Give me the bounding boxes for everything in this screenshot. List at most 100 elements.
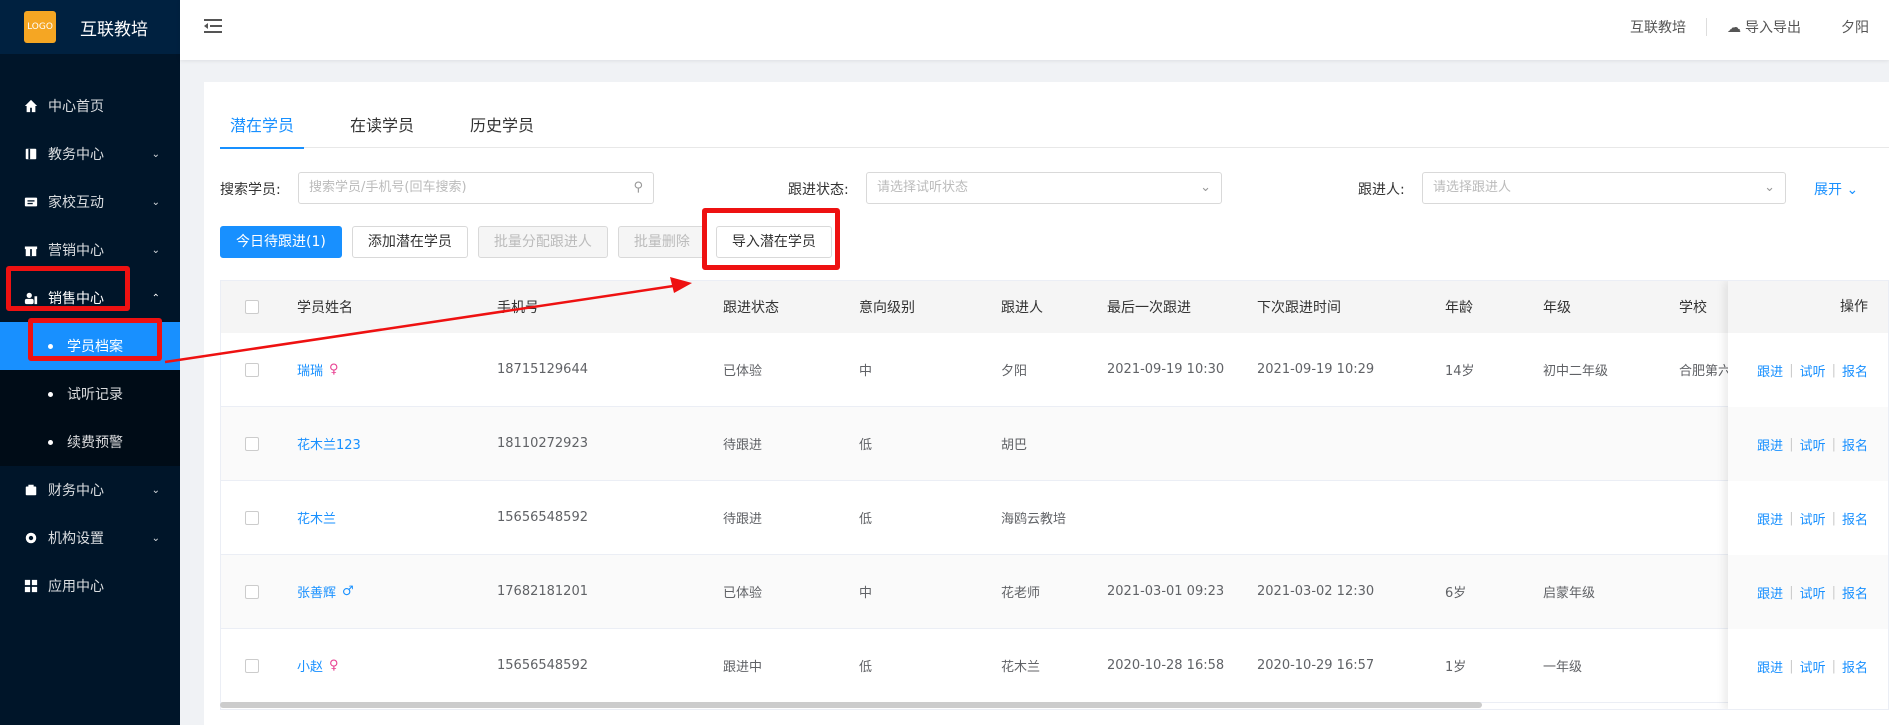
cell-status: 待跟进 [723, 512, 763, 527]
sidebar-item-label: 续费预警 [67, 435, 123, 451]
table-row: 张善辉 ♂ 17682181201 已体验 中 花老师 2021-03-01 09:23 20… [221, 555, 1888, 629]
tab-potential[interactable]: 潜在学员 [220, 110, 305, 149]
cell-follower: 夕阳 [1001, 364, 1028, 379]
top-header: 互联教培 ☁ 导入导出 夕阳 [180, 0, 1889, 60]
action-link[interactable]: 报名 [1842, 509, 1868, 528]
sidebar-item-trial-records[interactable]: 试听记录 [0, 370, 180, 418]
table-row: 花木兰123 18110272923 待跟进 低 胡巴 [221, 407, 1888, 481]
action-link[interactable]: 试听 [1800, 361, 1826, 380]
gender-icon: ♀ [329, 362, 339, 377]
status-select[interactable]: 请选择试听状态 ⌄ [866, 172, 1222, 204]
sidebar-item-apps[interactable]: 应用中心 [0, 562, 180, 610]
action-link[interactable]: 试听 [1800, 583, 1826, 602]
cell-phone: 17682181201 [497, 584, 588, 599]
today-followup-button[interactable]: 今日待跟进(1) [220, 226, 342, 258]
dot-icon [48, 439, 53, 445]
sidebar-item-label: 财务中心 [48, 483, 104, 499]
divider: | [1789, 362, 1794, 378]
sidebar-item-academic[interactable]: 教务中心 ⌄ [0, 130, 180, 178]
table-body: 瑞瑞 ♀ 18715129644 已体验中夕阳 2021-09-19 10:30 2021… [221, 333, 1888, 703]
sidebar: LOGO 互联教培 中心首页 教务中心 ⌄ 家校互动 ⌄ 营销中心 ⌄ 销售中心… [0, 0, 180, 725]
action-link[interactable]: 试听 [1800, 435, 1826, 454]
row-checkbox[interactable] [245, 659, 259, 673]
sidebar-item-label: 试听记录 [67, 387, 123, 403]
divider: | [1831, 584, 1836, 600]
table-row: 瑞瑞 ♀ 18715129644 已体验 中 夕阳 2021-09-19 10:30 2021… [221, 333, 1888, 407]
ops-row: 跟进 | 试听 | 报名 [1728, 333, 1888, 407]
cell-level: 中 [859, 586, 873, 601]
ops-column: 操作 跟进 | 试听 | 报名 跟进 | 试听 | 报名 跟进 | 试听 | 报名 跟进 | 试听 | 报名 跟进 | 试听… [1728, 281, 1888, 709]
cell-name[interactable]: 张善辉 [297, 582, 336, 601]
gift-icon [24, 246, 38, 257]
import-export-label: 导入导出 [1745, 20, 1801, 36]
horizontal-scrollbar[interactable] [220, 702, 1482, 708]
search-input[interactable]: 搜索学员/手机号(回车搜索) ⚲ [298, 172, 654, 204]
gear-icon [25, 532, 37, 544]
cell-name[interactable]: 瑞瑞 [297, 360, 323, 379]
table-header: 学员姓名 手机号 跟进状态 意向级别 跟进人 最后一次跟进 下次跟进时间 年龄 … [221, 281, 1888, 333]
batch-delete-button[interactable]: 批量删除 [617, 226, 706, 258]
follower-select[interactable]: 请选择跟进人 ⌄ [1422, 172, 1786, 204]
row-checkbox[interactable] [245, 363, 259, 377]
sidebar-item-renewal-alert[interactable]: 续费预警 [0, 418, 180, 466]
tab-enrolled[interactable]: 在读学员 [340, 110, 424, 148]
row-checkbox[interactable] [245, 585, 259, 599]
action-link[interactable]: 报名 [1842, 583, 1868, 602]
add-student-button[interactable]: 添加潜在学员 [351, 226, 468, 258]
user-name[interactable]: 夕阳 [1821, 17, 1889, 37]
batch-assign-button[interactable]: 批量分配跟进人 [477, 226, 608, 258]
chevron-down-icon: ⌄ [1200, 180, 1211, 195]
org-name[interactable]: 互联教培 [1610, 17, 1706, 37]
divider: | [1789, 436, 1794, 452]
action-link[interactable]: 跟进 [1757, 435, 1783, 454]
sidebar-item-settings[interactable]: 机构设置 ⌄ [0, 514, 180, 562]
action-link[interactable]: 跟进 [1757, 509, 1783, 528]
tab-history[interactable]: 历史学员 [460, 110, 544, 148]
cell-phone: 18715129644 [497, 362, 588, 377]
action-link[interactable]: 报名 [1842, 361, 1868, 380]
cell-phone: 18110272923 [497, 436, 588, 451]
filter-bar: 搜索学员: 搜索学员/手机号(回车搜索) ⚲ 跟进状态: 请选择试听状态 ⌄ 跟… [220, 172, 1889, 204]
follower-label: 跟进人: [1358, 182, 1405, 198]
col-phone: 手机号 [497, 300, 539, 316]
sidebar-item-finance[interactable]: 财务中心 ⌄ [0, 466, 180, 514]
cell-last: 2021-09-19 10:30 [1107, 362, 1225, 377]
cell-level: 低 [859, 512, 873, 527]
logo-icon: LOGO [24, 11, 56, 43]
cell-name[interactable]: 小赵 [297, 656, 323, 675]
row-checkbox[interactable] [245, 437, 259, 451]
action-link[interactable]: 报名 [1842, 657, 1868, 676]
chevron-down-icon: ⌄ [151, 244, 160, 256]
cell-grade: 一年级 [1543, 660, 1583, 675]
cell-status: 已体验 [723, 364, 763, 379]
chevron-up-icon: ⌃ [151, 292, 160, 304]
ops-row: 跟进 | 试听 | 报名 [1728, 407, 1888, 481]
expand-link[interactable]: 展开 ⌄ [1814, 179, 1858, 199]
wallet-icon [25, 484, 37, 496]
row-checkbox[interactable] [245, 511, 259, 525]
cell-status: 待跟进 [723, 438, 763, 453]
action-link[interactable]: 跟进 [1757, 657, 1783, 676]
action-link[interactable]: 试听 [1800, 657, 1826, 676]
logo: LOGO 互联教培 [0, 0, 180, 54]
action-link[interactable]: 跟进 [1757, 583, 1783, 602]
cell-grade: 初中二年级 [1543, 364, 1609, 379]
import-export-link[interactable]: ☁ 导入导出 [1707, 17, 1821, 37]
student-table: 学员姓名 手机号 跟进状态 意向级别 跟进人 最后一次跟进 下次跟进时间 年龄 … [220, 280, 1889, 710]
cell-grade: 启蒙年级 [1543, 586, 1596, 601]
chevron-down-icon: ⌄ [151, 196, 160, 208]
col-grade: 年级 [1543, 300, 1571, 316]
action-link[interactable]: 试听 [1800, 509, 1826, 528]
cell-phone: 15656548592 [497, 510, 588, 525]
sidebar-item-home[interactable]: 中心首页 [0, 82, 180, 130]
sidebar-item-home-school[interactable]: 家校互动 ⌄ [0, 178, 180, 226]
action-link[interactable]: 跟进 [1757, 361, 1783, 380]
action-link[interactable]: 报名 [1842, 435, 1868, 454]
ops-row: 跟进 | 试听 | 报名 [1728, 481, 1888, 555]
select-all-checkbox[interactable] [245, 300, 259, 314]
book-icon [25, 148, 37, 160]
menu-fold-icon[interactable] [204, 18, 222, 34]
home-icon [24, 99, 38, 113]
cell-name[interactable]: 花木兰123 [297, 434, 361, 453]
cell-name[interactable]: 花木兰 [297, 508, 336, 527]
